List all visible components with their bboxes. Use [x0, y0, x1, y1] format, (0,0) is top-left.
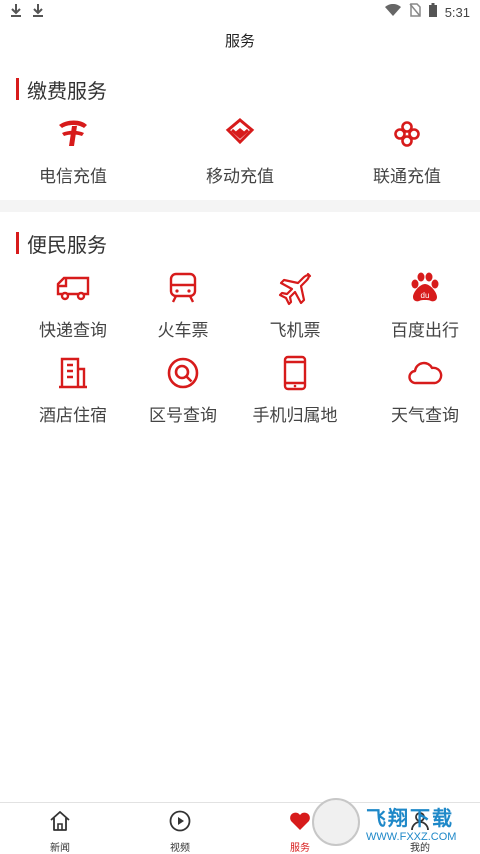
search-magnifier-icon: [165, 355, 201, 395]
grid-label: 移动充值: [206, 167, 274, 187]
grid-label: 区号查询: [149, 406, 217, 426]
tab-label: 服务: [290, 843, 310, 854]
baidu-paw-icon: du: [407, 270, 443, 310]
grid-label: 百度出行: [391, 321, 459, 341]
mobile-phone-icon: [277, 355, 313, 395]
wifi-icon: [384, 3, 401, 20]
no-sim-icon: [409, 3, 421, 21]
weather-query-button[interactable]: 天气查询: [370, 355, 480, 426]
flight-ticket-button[interactable]: 飞机票: [220, 270, 370, 341]
watermark-title: 飞翔下载: [366, 805, 454, 830]
grid-label: 快递查询: [39, 321, 107, 341]
train-ticket-button[interactable]: 火车票: [146, 270, 220, 341]
status-time: 5:31: [444, 4, 470, 20]
payment-grid: 电信充值 移动充值 联通充值: [0, 116, 480, 187]
section-title: 缴费服务: [27, 78, 107, 103]
watermark-url: WWW.FXXZ.COM: [366, 830, 457, 843]
tab-label: 视频: [170, 843, 190, 854]
grid-label: 飞机票: [269, 321, 321, 341]
grid-label: 手机归属地: [252, 406, 338, 426]
battery-icon: [428, 3, 437, 21]
airplane-icon: [277, 270, 313, 310]
tab-news[interactable]: 新闻: [0, 803, 120, 854]
hotel-building-icon: [55, 355, 91, 395]
china-mobile-icon: [222, 116, 258, 156]
play-circle-icon: [168, 809, 192, 837]
train-icon: [165, 270, 201, 310]
delivery-truck-icon: [55, 270, 91, 310]
watermark: 飞翔下载 WWW.FXXZ.COM: [312, 794, 480, 850]
grid-label: 火车票: [157, 321, 209, 341]
express-query-button[interactable]: 快递查询: [0, 270, 146, 341]
section-accent-bar: [16, 78, 19, 100]
convenience-grid: 快递查询 火车票 飞机票 du 百度出行 酒店住宿 区号查询 手机归属地 天气查…: [0, 270, 480, 426]
phone-location-button[interactable]: 手机归属地: [220, 355, 370, 426]
unicom-recharge-button[interactable]: 联通充值: [334, 116, 480, 187]
baidu-travel-button[interactable]: du 百度出行: [370, 270, 480, 341]
grid-label: 天气查询: [391, 406, 459, 426]
cloud-icon: [407, 355, 443, 395]
section-divider: [0, 200, 480, 212]
download-icon: [32, 3, 44, 21]
hotel-button[interactable]: 酒店住宿: [0, 355, 146, 426]
section-accent-bar: [16, 232, 19, 254]
grid-label: 酒店住宿: [39, 406, 107, 426]
china-telecom-icon: [55, 116, 91, 156]
telecom-recharge-button[interactable]: 电信充值: [0, 116, 146, 187]
watermark-logo-icon: [312, 798, 360, 846]
mobile-recharge-button[interactable]: 移动充值: [146, 116, 334, 187]
grid-label: 电信充值: [39, 167, 107, 187]
section-header: 便民服务: [0, 228, 480, 258]
china-unicom-icon: [389, 116, 425, 156]
convenience-section: 便民服务 快递查询 火车票 飞机票 du 百度出行 酒店住宿 区号查询 手机归属…: [0, 228, 480, 426]
payment-section: 缴费服务 电信充值 移动充值 联通充值: [0, 74, 480, 187]
tab-video[interactable]: 视频: [120, 803, 240, 854]
section-title: 便民服务: [27, 232, 107, 257]
tab-label: 新闻: [50, 843, 70, 854]
section-header: 缴费服务: [0, 74, 480, 104]
download-icon: [10, 3, 22, 21]
heart-icon: [288, 809, 312, 837]
home-icon: [48, 809, 72, 837]
status-bar: 5:31: [0, 0, 480, 24]
area-code-query-button[interactable]: 区号查询: [146, 355, 220, 426]
svg-text:du: du: [421, 291, 430, 300]
grid-label: 联通充值: [373, 167, 441, 187]
page-title: 服务: [224, 32, 255, 50]
